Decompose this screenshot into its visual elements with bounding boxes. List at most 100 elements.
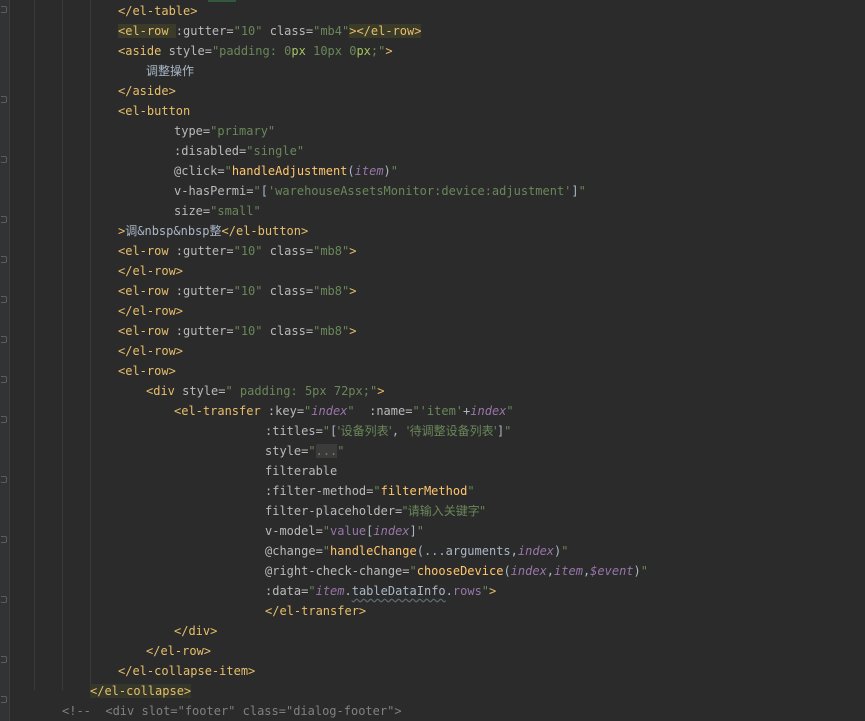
fold-marker-icon[interactable] [1,216,7,223]
code-line[interactable]: <aside style="padding: 0px 10px 0px;"> [118,41,393,61]
code-token: @change= [265,544,323,558]
code-line[interactable]: <el-button [118,101,190,121]
code-token: 调 [125,224,138,238]
code-line[interactable]: 调整操作 [146,61,194,81]
code-token: class= [269,324,314,338]
code-line[interactable]: <el-row> [118,361,176,381]
code-token: <el-row [118,244,176,258]
code-line[interactable]: v-model="value[index]" [265,521,424,541]
code-line[interactable]: :data="item.tableDataInfo.rows"> [265,581,496,601]
code-token: <div [146,384,183,398]
code-token: :name= [369,404,413,418]
code-line[interactable]: <el-row :gutter="10" class="mb4"></el-ro… [118,21,422,41]
fold-marker-icon[interactable] [1,96,7,103]
code-token: "'item' [412,404,464,418]
code-token: > [489,584,497,598]
code-line[interactable]: </el-collapse> [90,681,192,701]
code-line[interactable]: filterable [265,461,337,481]
indent-guide [62,0,63,690]
code-token: filter-placeholder= [265,504,403,518]
fold-marker-icon[interactable] [1,156,7,163]
editor-gutter[interactable] [0,0,10,721]
code-line[interactable]: @click="handleAdjustment(item)" [174,161,398,181]
fold-marker-icon[interactable] [1,296,7,303]
code-line[interactable]: :titles="['设备列表', '待调整设备列表']" [265,421,511,441]
code-token: :data= [265,584,309,598]
code-token: index [470,404,507,418]
code-line[interactable]: </el-transfer> [265,601,366,621]
fold-marker-icon[interactable] [1,336,7,343]
code-token: "mb8" [313,284,350,298]
code-line[interactable]: </el-row> [146,641,211,661]
code-token: " [337,444,345,458]
code-token: "mb8" [313,324,350,338]
code-token: value [330,524,367,538]
code-editor[interactable]: </el-table> <el-row :gutter="10" class="m… [0,0,865,721]
fold-marker-icon[interactable] [1,256,7,263]
code-line[interactable]: <el-row :gutter="10" class="mb8"> [118,281,356,301]
code-line[interactable]: <div style=" padding: 5px 72px;"> [146,381,384,401]
code-line[interactable]: size="small" [174,201,261,221]
code-token: . [344,584,352,598]
fold-marker-icon[interactable] [1,416,7,423]
code-token: "padding: 0 [211,44,292,58]
code-token: , [546,564,555,578]
fold-marker-icon[interactable] [1,476,7,483]
code-line[interactable]: </el-table> [118,1,197,21]
code-token: item [354,164,384,178]
code-token: index [311,404,348,418]
code-token: </el-transfer> [265,604,367,618]
code-line[interactable]: filter-placeholder="请输入关键字" [265,501,485,521]
code-token: <el-transfer [174,404,268,418]
code-token: > [377,384,385,398]
change-marker [208,0,236,2]
code-line[interactable]: >调&nbsp&nbsp整</el-button> [118,221,308,241]
code-token: ] [409,524,417,538]
code-token: '待调整设备列表' [406,424,497,438]
code-line[interactable]: <el-transfer :key="index" :name="'item'+… [174,401,514,421]
code-token: "10" [233,24,263,38]
code-token: "10" [233,244,263,258]
code-token: "mb8" [313,244,350,258]
code-token: " [640,564,648,578]
code-token: "10" [233,324,263,338]
indent-guide [90,0,91,690]
code-token: chooseDevice [416,564,504,578]
code-token: :gutter= [175,284,234,298]
code-line[interactable]: </el-row> [118,301,183,321]
code-token: "single" [246,144,305,158]
code-token: </el-row> [146,644,212,658]
code-line[interactable]: <el-row :gutter="10" class="mb8"> [118,321,356,341]
code-token: "10" [233,284,263,298]
code-token: ... [315,444,338,458]
fold-marker-icon[interactable] [1,536,7,543]
code-line[interactable]: v-hasPermi="['warehouseAssetsMonitor:dev… [174,181,586,201]
fold-marker-icon[interactable] [1,6,7,13]
code-line[interactable]: :filter-method="filterMethod" [265,481,475,501]
fold-marker-icon[interactable] [1,376,7,383]
code-line[interactable]: </el-row> [118,261,183,281]
code-line[interactable]: :disabled="single" [174,141,304,161]
code-line[interactable]: <!-- <div slot="footer" class="dialog-fo… [62,701,402,721]
code-line[interactable]: </el-collapse-item> [118,661,255,681]
fold-marker-icon[interactable] [1,656,7,663]
code-line[interactable]: @right-check-change="chooseDevice(index,… [265,561,648,581]
code-line[interactable]: <el-row :gutter="10" class="mb8"> [118,241,356,261]
code-token: <el-row [118,324,176,338]
code-token: '设备列表' [337,424,392,438]
code-line[interactable]: </aside> [118,81,176,101]
fold-marker-icon[interactable] [1,596,7,603]
code-line[interactable]: type="primary" [174,121,275,141]
code-line[interactable]: style="..." [265,441,345,461]
code-line[interactable]: @change="handleChange(...arguments,index… [265,541,568,561]
code-token: " [347,404,355,418]
code-line[interactable]: </el-row> [118,341,183,361]
code-line[interactable]: </div> [174,621,217,641]
code-token: filterMethod [380,484,468,498]
code-token: :disabled= [174,144,247,158]
code-token: index [373,524,410,538]
fold-marker-icon[interactable] [1,696,7,703]
